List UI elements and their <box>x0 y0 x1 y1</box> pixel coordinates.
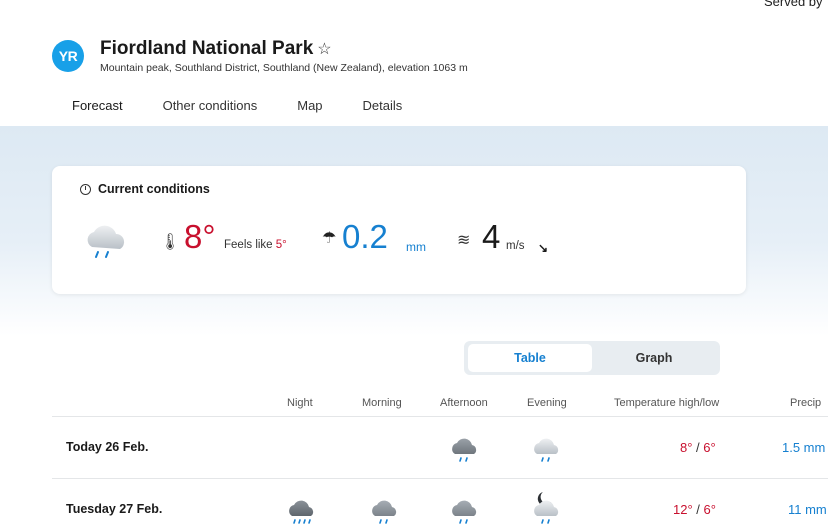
current-wind-speed: 4 <box>482 218 501 255</box>
served-by-text: Served by <box>764 0 823 9</box>
temperature-high: 8° <box>680 440 693 455</box>
feels-like-value: 5° <box>275 239 287 251</box>
tab-map[interactable]: Map <box>297 94 322 126</box>
umbrella-icon: ☂ <box>322 230 337 247</box>
current-precipitation: 0.2 <box>342 218 388 255</box>
column-header-afternoon: Afternoon <box>440 397 488 409</box>
tab-other-conditions[interactable]: Other conditions <box>163 94 258 126</box>
current-conditions-card: Current conditions 🌡 8° Feels like 5° ☂ … <box>52 166 746 294</box>
row-date[interactable]: Tuesday 27 Feb. <box>66 502 162 516</box>
feels-like-label: Feels like <box>224 239 273 251</box>
feels-like: Feels like 5° <box>224 239 287 251</box>
column-header-precip: Precip <box>790 397 822 409</box>
precipitation-unit: mm <box>406 240 426 254</box>
row-precipitation: 1.5 mm <box>782 440 826 455</box>
row-date[interactable]: Today 26 Feb. <box>66 440 148 454</box>
current-conditions-label: Current conditions <box>98 182 210 196</box>
tab-details[interactable]: Details <box>363 94 403 126</box>
temperature-low: 6° <box>703 502 716 517</box>
graph-view-button[interactable]: Graph <box>592 344 716 372</box>
temperature-low: 6° <box>703 440 716 455</box>
wind-icon: ≋ <box>457 232 471 249</box>
heavy-rain-cloud-icon <box>289 500 314 524</box>
wind-direction-arrow-icon: ↘ <box>538 241 549 255</box>
temperature-high-low: 8° / 6° <box>680 440 716 455</box>
thermometer-icon: 🌡 <box>160 234 181 251</box>
rain-cloud-icon <box>452 500 477 524</box>
view-toggle: Table Graph <box>464 341 720 375</box>
location-title: Fiordland National Park ☆ <box>100 38 332 60</box>
tab-forecast[interactable]: Forecast <box>52 94 142 129</box>
rain-cloud-icon <box>87 225 125 258</box>
favorite-star-icon[interactable]: ☆ <box>317 41 331 58</box>
rain-cloud-icon <box>452 438 477 462</box>
divider <box>52 416 828 417</box>
row-precipitation: 11 mm <box>788 502 827 517</box>
rain-cloud-icon <box>534 438 559 462</box>
divider <box>52 478 828 479</box>
temperature-high-low: 12° / 6° <box>673 502 716 517</box>
tab-bar: Forecast Other conditions Map Details <box>52 94 442 129</box>
temperature-high: 12° <box>673 502 693 517</box>
clock-icon <box>80 183 91 195</box>
moon-rain-cloud-icon <box>534 492 559 524</box>
rain-cloud-icon <box>372 500 397 524</box>
location-name: Fiordland National Park <box>100 38 314 59</box>
column-header-morning: Morning <box>362 397 402 409</box>
column-header-night: Night <box>287 397 313 409</box>
column-header-evening: Evening <box>527 397 567 409</box>
wind-unit: m/s <box>506 240 525 252</box>
location-subtitle: Mountain peak, Southland District, South… <box>100 62 468 74</box>
column-header-temperature: Temperature high/low <box>614 397 720 409</box>
yr-logo[interactable]: YR <box>52 40 84 72</box>
table-view-button[interactable]: Table <box>468 344 592 372</box>
current-conditions-heading: Current conditions <box>80 182 210 196</box>
current-temperature: 8° <box>184 218 216 255</box>
